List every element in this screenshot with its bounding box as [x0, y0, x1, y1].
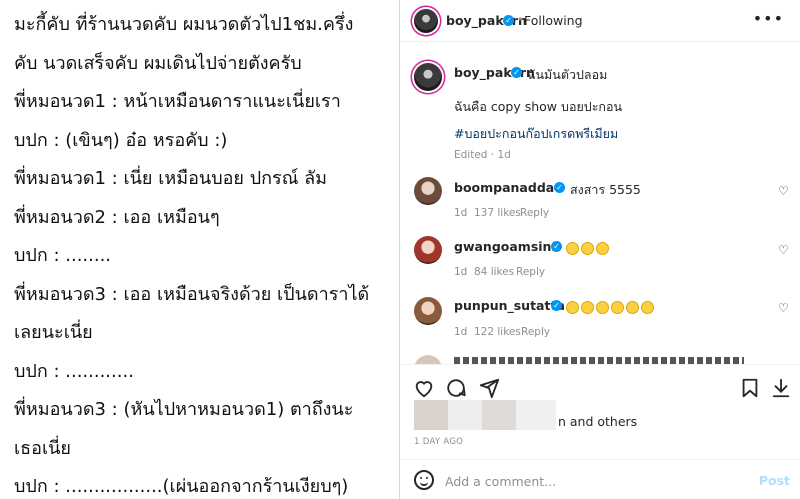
blurred-avatar: [414, 400, 448, 430]
post-image: มะกี้คับ ที่ร้านนวดคับ ผมนวดตัวไป1ชม.ครึ…: [0, 0, 400, 499]
laughing-emoji-icon: [581, 242, 594, 255]
laughing-emoji-icon: [611, 301, 624, 314]
header-separator: •: [517, 13, 524, 26]
comment-icon[interactable]: [445, 377, 467, 399]
author-avatar[interactable]: [414, 9, 438, 33]
download-icon[interactable]: [770, 377, 792, 399]
blurred-avatar: [448, 400, 482, 430]
laughing-emoji-icon: [596, 301, 609, 314]
comment-reply-button[interactable]: Reply: [520, 207, 549, 219]
add-comment-bar: Post: [400, 459, 800, 499]
verified-icon: ✓: [554, 182, 565, 193]
comment-username[interactable]: gwangoamsinn: [454, 239, 560, 254]
comment-age: 1d: [454, 266, 468, 278]
story-text-line: เลยนะเนี่ย: [14, 322, 93, 343]
comment-age: 1d: [454, 207, 468, 219]
author-username[interactable]: boy_pakorn: [446, 13, 527, 28]
following-button[interactable]: Following: [524, 13, 583, 28]
blurred-username: [516, 400, 556, 430]
verified-icon: ✓: [551, 300, 562, 311]
comment-like-icon[interactable]: ♡: [778, 302, 790, 314]
laughing-emoji-icon: [641, 301, 654, 314]
liked-by-text[interactable]: n and others: [558, 414, 637, 429]
comment-emojis: [566, 238, 611, 257]
comment-likes[interactable]: 84 likes: [474, 266, 514, 278]
caption-line-1: ฉันมันตัวปลอม: [527, 67, 608, 82]
caption-username[interactable]: boy_pakorn: [454, 65, 535, 80]
caption-hashtag[interactable]: #บอยปะกอนก๊อปเกรดพรีเมียม: [454, 124, 618, 144]
post-header: boy_pakorn ✓ • Following •••: [400, 0, 800, 42]
caption-line-2: ฉันคือ copy show บอยปะกอน: [454, 99, 623, 114]
story-text-line: คับ นวดเสร็จคับ ผมเดินไปจ่ายตังครับ: [14, 52, 302, 74]
share-icon[interactable]: [478, 377, 500, 399]
story-text-line: พี่หมอนวด3 : (หันไปหาหมอนวด1) ตาถึงนะ: [14, 399, 354, 420]
comment-reply-button[interactable]: Reply: [516, 266, 545, 278]
post-comment-button[interactable]: Post: [759, 473, 790, 488]
blurred-avatar: [482, 400, 516, 430]
comment-username[interactable]: punpun_sutatta: [454, 298, 565, 313]
comment-avatar[interactable]: [414, 177, 442, 205]
story-text-line: พี่หมอนวด1 : เนี่ย เหมือนบอย ปกรณ์ ลัม: [14, 168, 328, 189]
laughing-emoji-icon: [566, 242, 579, 255]
story-text-line: พี่หมอนวด2 : เออ เหมือนๆ: [14, 206, 220, 228]
comment-text: สงสาร 5555: [570, 182, 641, 197]
caption-edited: Edited · 1d: [454, 149, 511, 161]
post-time: 1 DAY AGO: [414, 437, 464, 447]
more-options-icon[interactable]: •••: [753, 9, 784, 28]
comment-avatar[interactable]: [414, 236, 442, 264]
laughing-emoji-icon: [566, 301, 579, 314]
post-sidebar: boy_pakorn ✓ • Following ••• boy_pakorn …: [400, 0, 800, 499]
comment-emojis: [566, 297, 656, 316]
comment-avatar[interactable]: [414, 297, 442, 325]
verified-icon: ✓: [503, 15, 514, 26]
emoji-picker-icon[interactable]: [414, 470, 434, 490]
comment-partial: [414, 355, 784, 364]
laughing-emoji-icon: [626, 301, 639, 314]
comment-username[interactable]: boompanadda: [454, 180, 554, 195]
comment-input[interactable]: [445, 472, 745, 490]
laughing-emoji-icon: [581, 301, 594, 314]
comment-likes[interactable]: 122 likes: [474, 326, 521, 338]
comment-like-icon[interactable]: ♡: [778, 244, 790, 256]
story-text-line: พี่หมอนวด3 : เออ เหมือนจริงด้วย เป็นดารา…: [14, 283, 370, 305]
heart-icon[interactable]: [413, 377, 435, 399]
caption-avatar[interactable]: [414, 63, 442, 91]
comment-reply-button[interactable]: Reply: [521, 326, 550, 338]
story-text-line: บปก : ........: [14, 245, 112, 266]
story-text-line: มะกี้คับ ที่ร้านนวดคับ ผมนวดตัวไป1ชม.ครึ…: [14, 14, 354, 35]
story-text-line: บปก : (เขินๆ) อ๋อ หรอคับ :): [14, 129, 228, 151]
story-text-line: บปก : .................(เผ่นออกจากร้านเง…: [14, 476, 349, 497]
verified-icon: ✓: [511, 67, 522, 78]
story-text-line: พี่หมอนวด1 : หน้าเหมือนดาราแนะเนี่ยเรา: [14, 91, 341, 112]
verified-icon: ✓: [551, 241, 562, 252]
comment-age: 1d: [454, 326, 468, 338]
laughing-emoji-icon: [596, 242, 609, 255]
story-text-line: เธอเนี่ย: [14, 437, 71, 459]
bookmark-icon[interactable]: [739, 377, 761, 399]
story-text-line: บปก : ............: [14, 360, 134, 382]
comment-likes[interactable]: 137 likes: [474, 207, 521, 219]
comment-like-icon[interactable]: ♡: [778, 185, 790, 197]
